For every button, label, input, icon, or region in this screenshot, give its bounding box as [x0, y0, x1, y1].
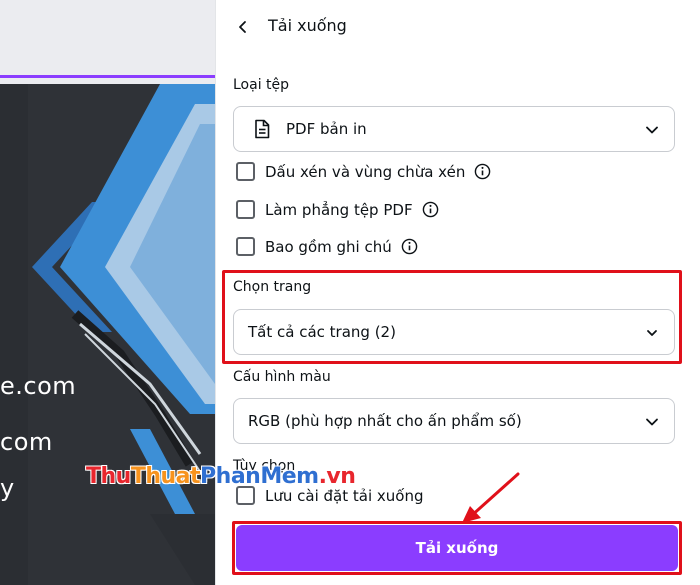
- pages-value: Tất cả các trang (2): [248, 323, 396, 341]
- color-profile-label: Cấu hình màu: [233, 369, 331, 385]
- pages-label: Chọn trang: [233, 279, 312, 295]
- download-panel: Tải xuống Loại tệp PDF bản in Dấu xén và…: [215, 0, 700, 585]
- crop-marks-label: Dấu xén và vùng chừa xén: [265, 162, 466, 181]
- flatten-pdf-label: Làm phẳng tệp PDF: [265, 200, 413, 219]
- watermark-part-2: Thuat: [130, 464, 201, 489]
- design-page[interactable]: e.com com y: [0, 84, 215, 585]
- file-type-value: PDF bản in: [286, 120, 367, 138]
- include-notes-label: Bao gồm ghi chú: [265, 237, 392, 256]
- chevron-down-icon: [647, 330, 657, 336]
- panel-title: Tải xuống: [268, 16, 347, 35]
- file-type-label: Loại tệp: [233, 77, 290, 93]
- download-button[interactable]: Tải xuống: [236, 525, 678, 571]
- color-profile-select[interactable]: RGB (phù hợp nhất cho ấn phẩm số): [233, 398, 675, 444]
- back-button[interactable]: [230, 14, 256, 40]
- include-notes-option[interactable]: Bao gồm ghi chú: [236, 237, 418, 256]
- artwork-dark-lower: [150, 514, 215, 585]
- design-text-line-2: com: [0, 428, 53, 456]
- design-text-line-3: y: [0, 474, 15, 502]
- crop-marks-checkbox[interactable]: [236, 162, 255, 181]
- watermark-part-4: .vn: [318, 464, 356, 489]
- document-icon: [255, 119, 270, 139]
- crop-marks-option[interactable]: Dấu xén và vùng chừa xén: [236, 162, 491, 181]
- info-icon[interactable]: [474, 163, 491, 180]
- watermark-part-1: Thu: [86, 464, 131, 489]
- canvas-area: e.com com y: [0, 0, 215, 585]
- file-type-select[interactable]: PDF bản in: [233, 106, 675, 152]
- info-icon[interactable]: [422, 201, 439, 218]
- save-settings-label: Lưu cài đặt tải xuống: [265, 486, 424, 505]
- design-text-line-1: e.com: [0, 372, 77, 400]
- info-icon[interactable]: [401, 238, 418, 255]
- artwork-dark-band: [0, 84, 28, 585]
- include-notes-checkbox[interactable]: [236, 237, 255, 256]
- flatten-pdf-checkbox[interactable]: [236, 200, 255, 219]
- canvas-toolbar-area: [0, 0, 215, 78]
- flatten-pdf-option[interactable]: Làm phẳng tệp PDF: [236, 200, 439, 219]
- back-arrow-icon: [239, 21, 246, 33]
- pages-select[interactable]: Tất cả các trang (2): [233, 309, 675, 355]
- panel-header: Tải xuống: [216, 0, 700, 54]
- chevron-down-icon: [646, 126, 658, 134]
- watermark-part-3: PhanMem: [200, 464, 319, 489]
- chevron-down-icon: [646, 418, 658, 426]
- design-artwork: [0, 84, 215, 585]
- color-profile-value: RGB (phù hợp nhất cho ấn phẩm số): [248, 412, 522, 430]
- watermark-logo: ThuThuatPhanMem.vn: [86, 464, 356, 489]
